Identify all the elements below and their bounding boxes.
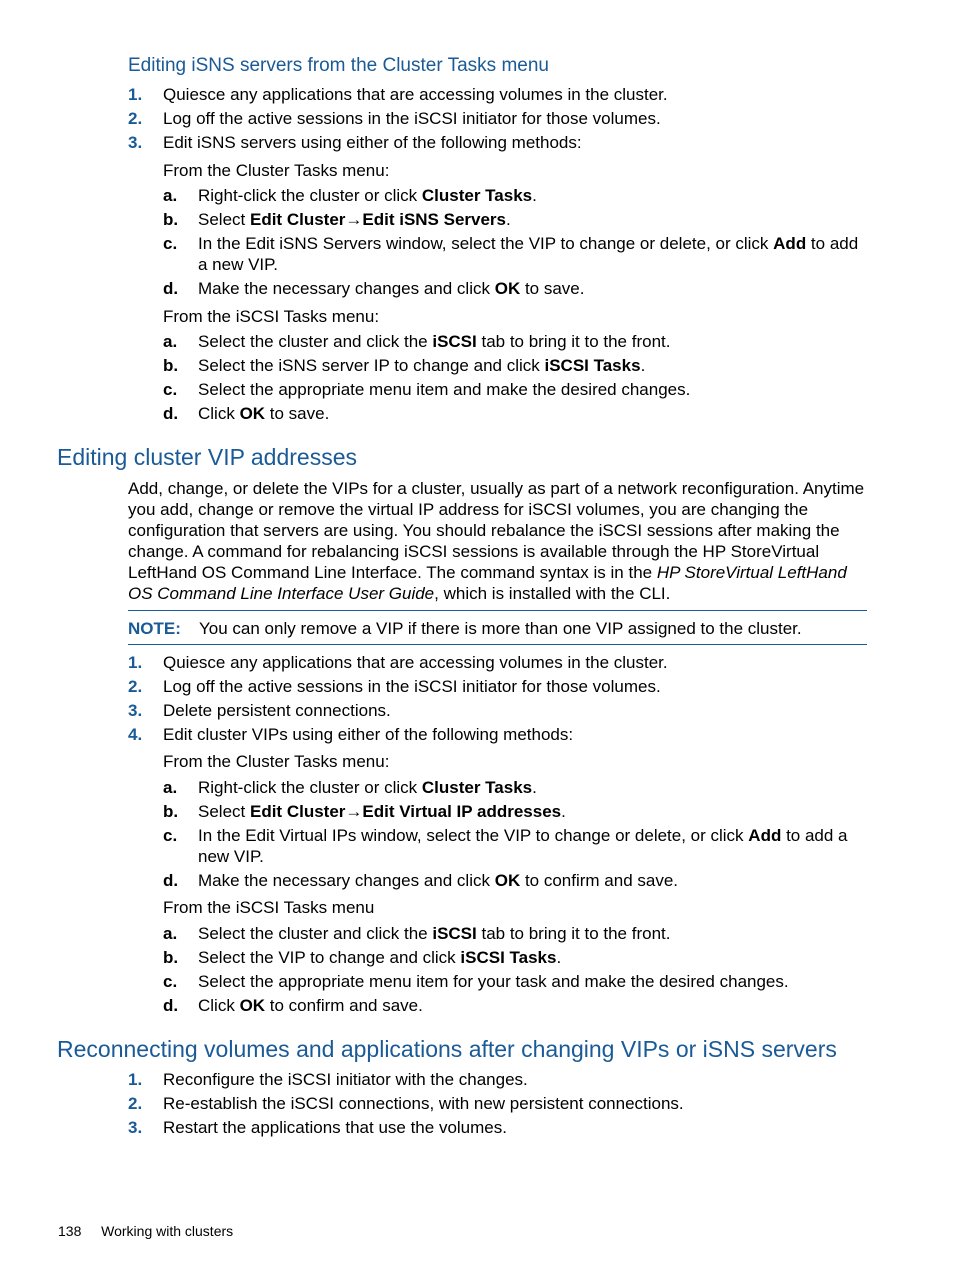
note-text: You can only remove a VIP if there is mo… <box>199 619 802 638</box>
method-label: From the Cluster Tasks menu: <box>163 161 390 180</box>
step-text: Quiesce any applications that are access… <box>163 85 668 104</box>
substep-letter: d. <box>163 996 179 1015</box>
substep-text: In the Edit Virtual IPs window, select t… <box>198 826 848 845</box>
substep-letter: d. <box>163 871 179 890</box>
step-text: Delete persistent connections. <box>163 701 391 720</box>
step-text: Reconfigure the iSCSI initiator with the… <box>163 1070 528 1089</box>
note-top-rule <box>128 610 867 611</box>
substep-text: Select the appropriate menu item and mak… <box>198 380 691 399</box>
substep-letter: c. <box>163 826 178 845</box>
substep-text: Make the necessary changes and click OK … <box>198 871 679 890</box>
vip-intro-paragraph: Add, change, or delete the VIPs for a cl… <box>128 479 865 603</box>
substep-letter: c. <box>163 972 178 991</box>
substep-text: Select Edit Cluster→Edit iSNS Servers. <box>198 210 511 229</box>
method-label: From the iSCSI Tasks menu <box>163 898 375 917</box>
section-heading-isns: Editing iSNS servers from the Cluster Ta… <box>128 55 549 76</box>
step-number: 1. <box>128 85 143 104</box>
step-number: 3. <box>128 133 143 152</box>
step-text: Edit cluster VIPs using either of the fo… <box>163 725 574 744</box>
step-text: Re-establish the iSCSI connections, with… <box>163 1094 684 1113</box>
substep-letter: b. <box>163 210 179 229</box>
substep-letter: c. <box>163 234 178 253</box>
substep-text: Make the necessary changes and click OK … <box>198 279 585 298</box>
step-number: 2. <box>128 1094 143 1113</box>
substep-letter: a. <box>163 186 178 205</box>
step-text: Edit iSNS servers using either of the fo… <box>163 133 582 152</box>
section-heading-vip: Editing cluster VIP addresses <box>57 444 358 470</box>
method-label: From the Cluster Tasks menu: <box>163 752 390 771</box>
substep-letter: b. <box>163 802 179 821</box>
substep-letter: d. <box>163 404 179 423</box>
substep-text: In the Edit iSNS Servers window, select … <box>198 234 859 253</box>
step-number: 3. <box>128 701 143 720</box>
substep-text: Select Edit Cluster→Edit Virtual IP addr… <box>198 802 566 821</box>
substep-text: Select the cluster and click the iSCSI t… <box>198 332 671 351</box>
step-number: 1. <box>128 653 143 672</box>
substep-letter: a. <box>163 924 178 943</box>
chapter-title: Working with clusters <box>101 1223 234 1239</box>
page-number: 138 <box>58 1223 82 1239</box>
note: NOTE: <box>128 619 181 639</box>
substep-text: Select the iSNS server IP to change and … <box>198 356 646 375</box>
substep-text: Right-click the cluster or click Cluster… <box>198 778 537 797</box>
substep-text: Select the appropriate menu item for you… <box>198 972 789 991</box>
substep-text: Click OK to confirm and save. <box>198 996 423 1015</box>
step-number: 2. <box>128 677 143 696</box>
substep-text-continued: new VIP. <box>198 847 264 866</box>
step-text: Log off the active sessions in the iSCSI… <box>163 109 661 128</box>
substep-letter: b. <box>163 356 179 375</box>
step-text: Quiesce any applications that are access… <box>163 653 668 672</box>
step-text: Log off the active sessions in the iSCSI… <box>163 677 661 696</box>
note-label: NOTE: <box>128 619 181 638</box>
substep-letter: b. <box>163 948 179 967</box>
substep-text: Right-click the cluster or click Cluster… <box>198 186 537 205</box>
substep-letter: a. <box>163 332 178 351</box>
substep-text: Select the cluster and click the iSCSI t… <box>198 924 671 943</box>
section-heading-reconnecting: Reconnecting volumes and applications af… <box>57 1036 837 1062</box>
step-number: 4. <box>128 725 143 744</box>
substep-letter: a. <box>163 778 178 797</box>
note-bottom-rule <box>128 644 867 645</box>
step-number: 1. <box>128 1070 143 1089</box>
substep-letter: d. <box>163 279 179 298</box>
substep-text: Click OK to save. <box>198 404 330 423</box>
step-number: 3. <box>128 1118 143 1137</box>
page-footer: 138 Working with clusters <box>58 1223 233 1239</box>
substep-letter: c. <box>163 380 178 399</box>
method-label: From the iSCSI Tasks menu: <box>163 307 380 326</box>
substep-text: Select the VIP to change and click iSCSI… <box>198 948 562 967</box>
step-number: 2. <box>128 109 143 128</box>
step-text: Restart the applications that use the vo… <box>163 1118 507 1137</box>
substep-text-continued: a new VIP. <box>198 255 279 274</box>
